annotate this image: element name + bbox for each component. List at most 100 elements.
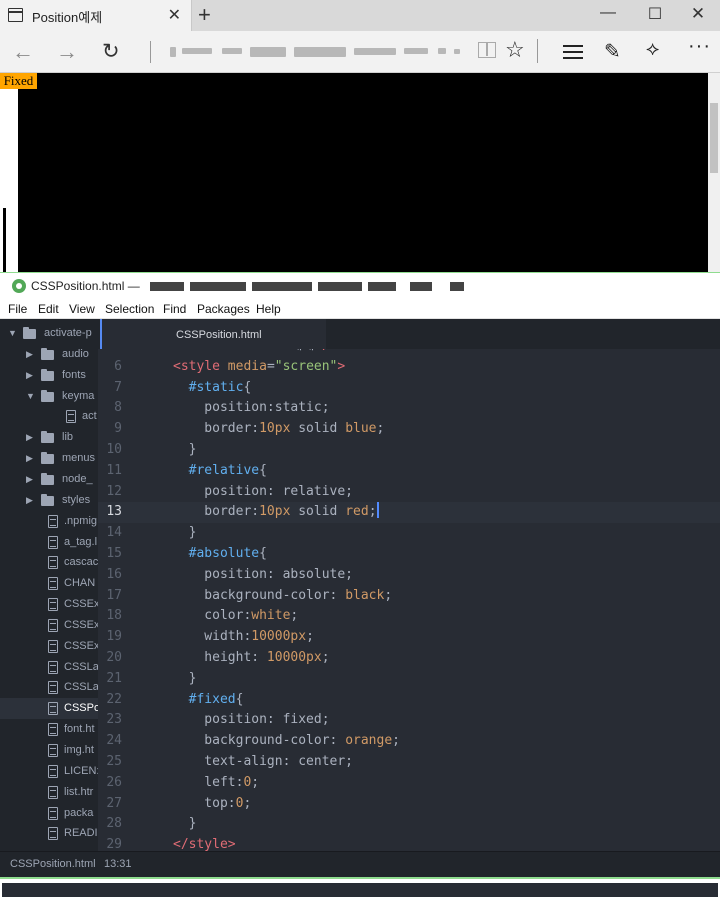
fixed-element: Fixed xyxy=(0,73,37,89)
back-button[interactable]: ← xyxy=(12,39,34,65)
folder-icon xyxy=(41,493,54,506)
code-line[interactable]: 16 position: absolute; xyxy=(98,565,720,586)
maximize-button[interactable]: ☐ xyxy=(643,4,667,24)
code-line[interactable]: 8 position:static; xyxy=(98,398,720,419)
tree-file[interactable]: CSSLa xyxy=(0,677,98,698)
menu-packages[interactable]: Packages xyxy=(197,302,250,316)
code-line[interactable]: 25 text-align: center; xyxy=(98,752,720,773)
menu-view[interactable]: View xyxy=(69,302,95,316)
close-tab-icon[interactable]: ✕ xyxy=(168,5,181,25)
tree-folder[interactable]: ▶ lib xyxy=(0,427,98,448)
code-line[interactable]: 14 } xyxy=(98,523,720,544)
code-line[interactable]: 7 #static{ xyxy=(98,378,720,399)
menu-edit[interactable]: Edit xyxy=(38,302,59,316)
new-tab-button[interactable]: + xyxy=(198,2,211,28)
tree-folder[interactable]: ▶ audio xyxy=(0,344,98,365)
tree-folder[interactable]: ▶ node_ xyxy=(0,469,98,490)
close-window-button[interactable]: ✕ xyxy=(686,4,710,24)
code-line[interactable]: 15 #absolute{ xyxy=(98,544,720,565)
tree-file[interactable]: cascac xyxy=(0,552,98,573)
minimize-button[interactable]: — xyxy=(596,4,620,22)
tree-folder[interactable]: ▶ styles xyxy=(0,490,98,511)
folder-icon xyxy=(41,431,54,444)
code-editor[interactable]: 5 <title>Position예제</title> 6 <style media=… xyxy=(98,349,720,851)
reading-view-icon[interactable] xyxy=(478,42,496,58)
tree-file[interactable]: CSSEx xyxy=(0,615,98,636)
tree-file[interactable]: font.ht xyxy=(0,719,98,740)
chevron-right-icon[interactable]: ▶ xyxy=(26,370,36,381)
chevron-right-icon[interactable]: ▶ xyxy=(26,432,36,443)
code-line[interactable]: 27 top:0; xyxy=(98,794,720,815)
tree-folder[interactable]: ▼ activate-p xyxy=(0,323,98,344)
chevron-down-icon[interactable]: ▼ xyxy=(8,328,18,338)
code-line[interactable]: 13 border:10px solid red; xyxy=(98,502,720,524)
code-line[interactable]: 17 background-color: black; xyxy=(98,586,720,607)
code-line[interactable]: 24 background-color: orange; xyxy=(98,731,720,752)
web-note-icon[interactable]: ✎ xyxy=(604,39,621,64)
browser-tab[interactable]: Position예제 ✕ xyxy=(0,0,192,31)
tree-folder[interactable]: ▶ menus xyxy=(0,448,98,469)
tree-file[interactable]: .npmig xyxy=(0,511,98,532)
code-line[interactable]: 6 <style media="screen"> xyxy=(98,357,720,378)
scrollbar-thumb[interactable] xyxy=(710,103,718,173)
line-number: 27 xyxy=(106,795,122,811)
tree-file[interactable]: CSSEx xyxy=(0,594,98,615)
code-line[interactable]: 5 <title>Position예제</title> xyxy=(98,349,720,357)
code-line[interactable]: 9 border:10px solid blue; xyxy=(98,419,720,440)
code-line[interactable]: 22 #fixed{ xyxy=(98,690,720,711)
code-line[interactable]: 11 #relative{ xyxy=(98,461,720,482)
menu-help[interactable]: Help xyxy=(256,302,281,316)
code-text: <style media="screen"> xyxy=(173,358,346,374)
vertical-scrollbar[interactable] xyxy=(708,73,720,272)
chevron-right-icon[interactable]: ▶ xyxy=(26,474,36,485)
tree-file[interactable]: act xyxy=(0,406,98,427)
file-icon xyxy=(48,827,58,841)
code-line[interactable]: 23 position: fixed; xyxy=(98,710,720,731)
blurred-path xyxy=(318,282,362,291)
code-line[interactable]: 29 </style> xyxy=(98,835,720,851)
tree-file[interactable]: CSSPo xyxy=(0,698,98,720)
chevron-right-icon[interactable]: ▶ xyxy=(26,495,36,506)
line-number: 6 xyxy=(114,358,122,374)
tab-csspositionhtml[interactable]: CSSPosition.html xyxy=(100,319,326,349)
tree-item-label: CSSEx xyxy=(64,618,98,631)
tree-file[interactable]: CHAN xyxy=(0,573,98,594)
code-line[interactable]: 21 } xyxy=(98,669,720,690)
forward-button[interactable]: → xyxy=(56,39,78,65)
tree-file[interactable]: packa xyxy=(0,803,98,824)
tree-file[interactable]: list.htr xyxy=(0,782,98,803)
code-line[interactable]: 28 } xyxy=(98,814,720,835)
menu-file[interactable]: File xyxy=(8,302,27,316)
tree-folder[interactable]: ▶ fonts xyxy=(0,365,98,386)
more-icon[interactable]: ··· xyxy=(688,35,711,58)
tree-file[interactable]: READI xyxy=(0,823,98,844)
hub-icon[interactable] xyxy=(563,45,583,59)
share-icon[interactable]: ⟡ xyxy=(646,38,659,61)
code-line[interactable]: 18 color:white; xyxy=(98,606,720,627)
tree-item-label: cascac xyxy=(64,556,98,569)
menu-find[interactable]: Find xyxy=(163,302,186,316)
code-line[interactable]: 20 height: 10000px; xyxy=(98,648,720,669)
code-line[interactable]: 12 position: relative; xyxy=(98,482,720,503)
tree-file[interactable]: a_tag.l xyxy=(0,532,98,553)
tree-item-label: CSSEx xyxy=(64,639,98,652)
tree-file[interactable]: CSSLa xyxy=(0,657,98,678)
tree-file[interactable]: LICEN: xyxy=(0,761,98,782)
line-number: 12 xyxy=(106,483,122,499)
tree-file[interactable]: img.ht xyxy=(0,740,98,761)
address-bar[interactable] xyxy=(170,44,470,60)
chevron-right-icon[interactable]: ▶ xyxy=(26,453,36,464)
status-cursor-position[interactable]: 13:31 xyxy=(104,858,132,870)
chevron-right-icon[interactable]: ▶ xyxy=(26,349,36,360)
code-line[interactable]: 19 width:10000px; xyxy=(98,627,720,648)
tree-folder[interactable]: ▼ keyma xyxy=(0,386,98,407)
chevron-down-icon[interactable]: ▼ xyxy=(26,391,36,401)
status-file-path[interactable]: CSSPosition.html xyxy=(10,858,96,870)
menu-selection[interactable]: Selection xyxy=(105,302,154,316)
line-number: 10 xyxy=(106,442,122,457)
tree-file[interactable]: CSSEx xyxy=(0,636,98,657)
code-line[interactable]: 10 } xyxy=(98,440,720,461)
code-line[interactable]: 26 left:0; xyxy=(98,773,720,794)
favorite-star-icon[interactable]: ☆ xyxy=(505,37,525,63)
refresh-button[interactable]: ↻ xyxy=(102,39,120,64)
